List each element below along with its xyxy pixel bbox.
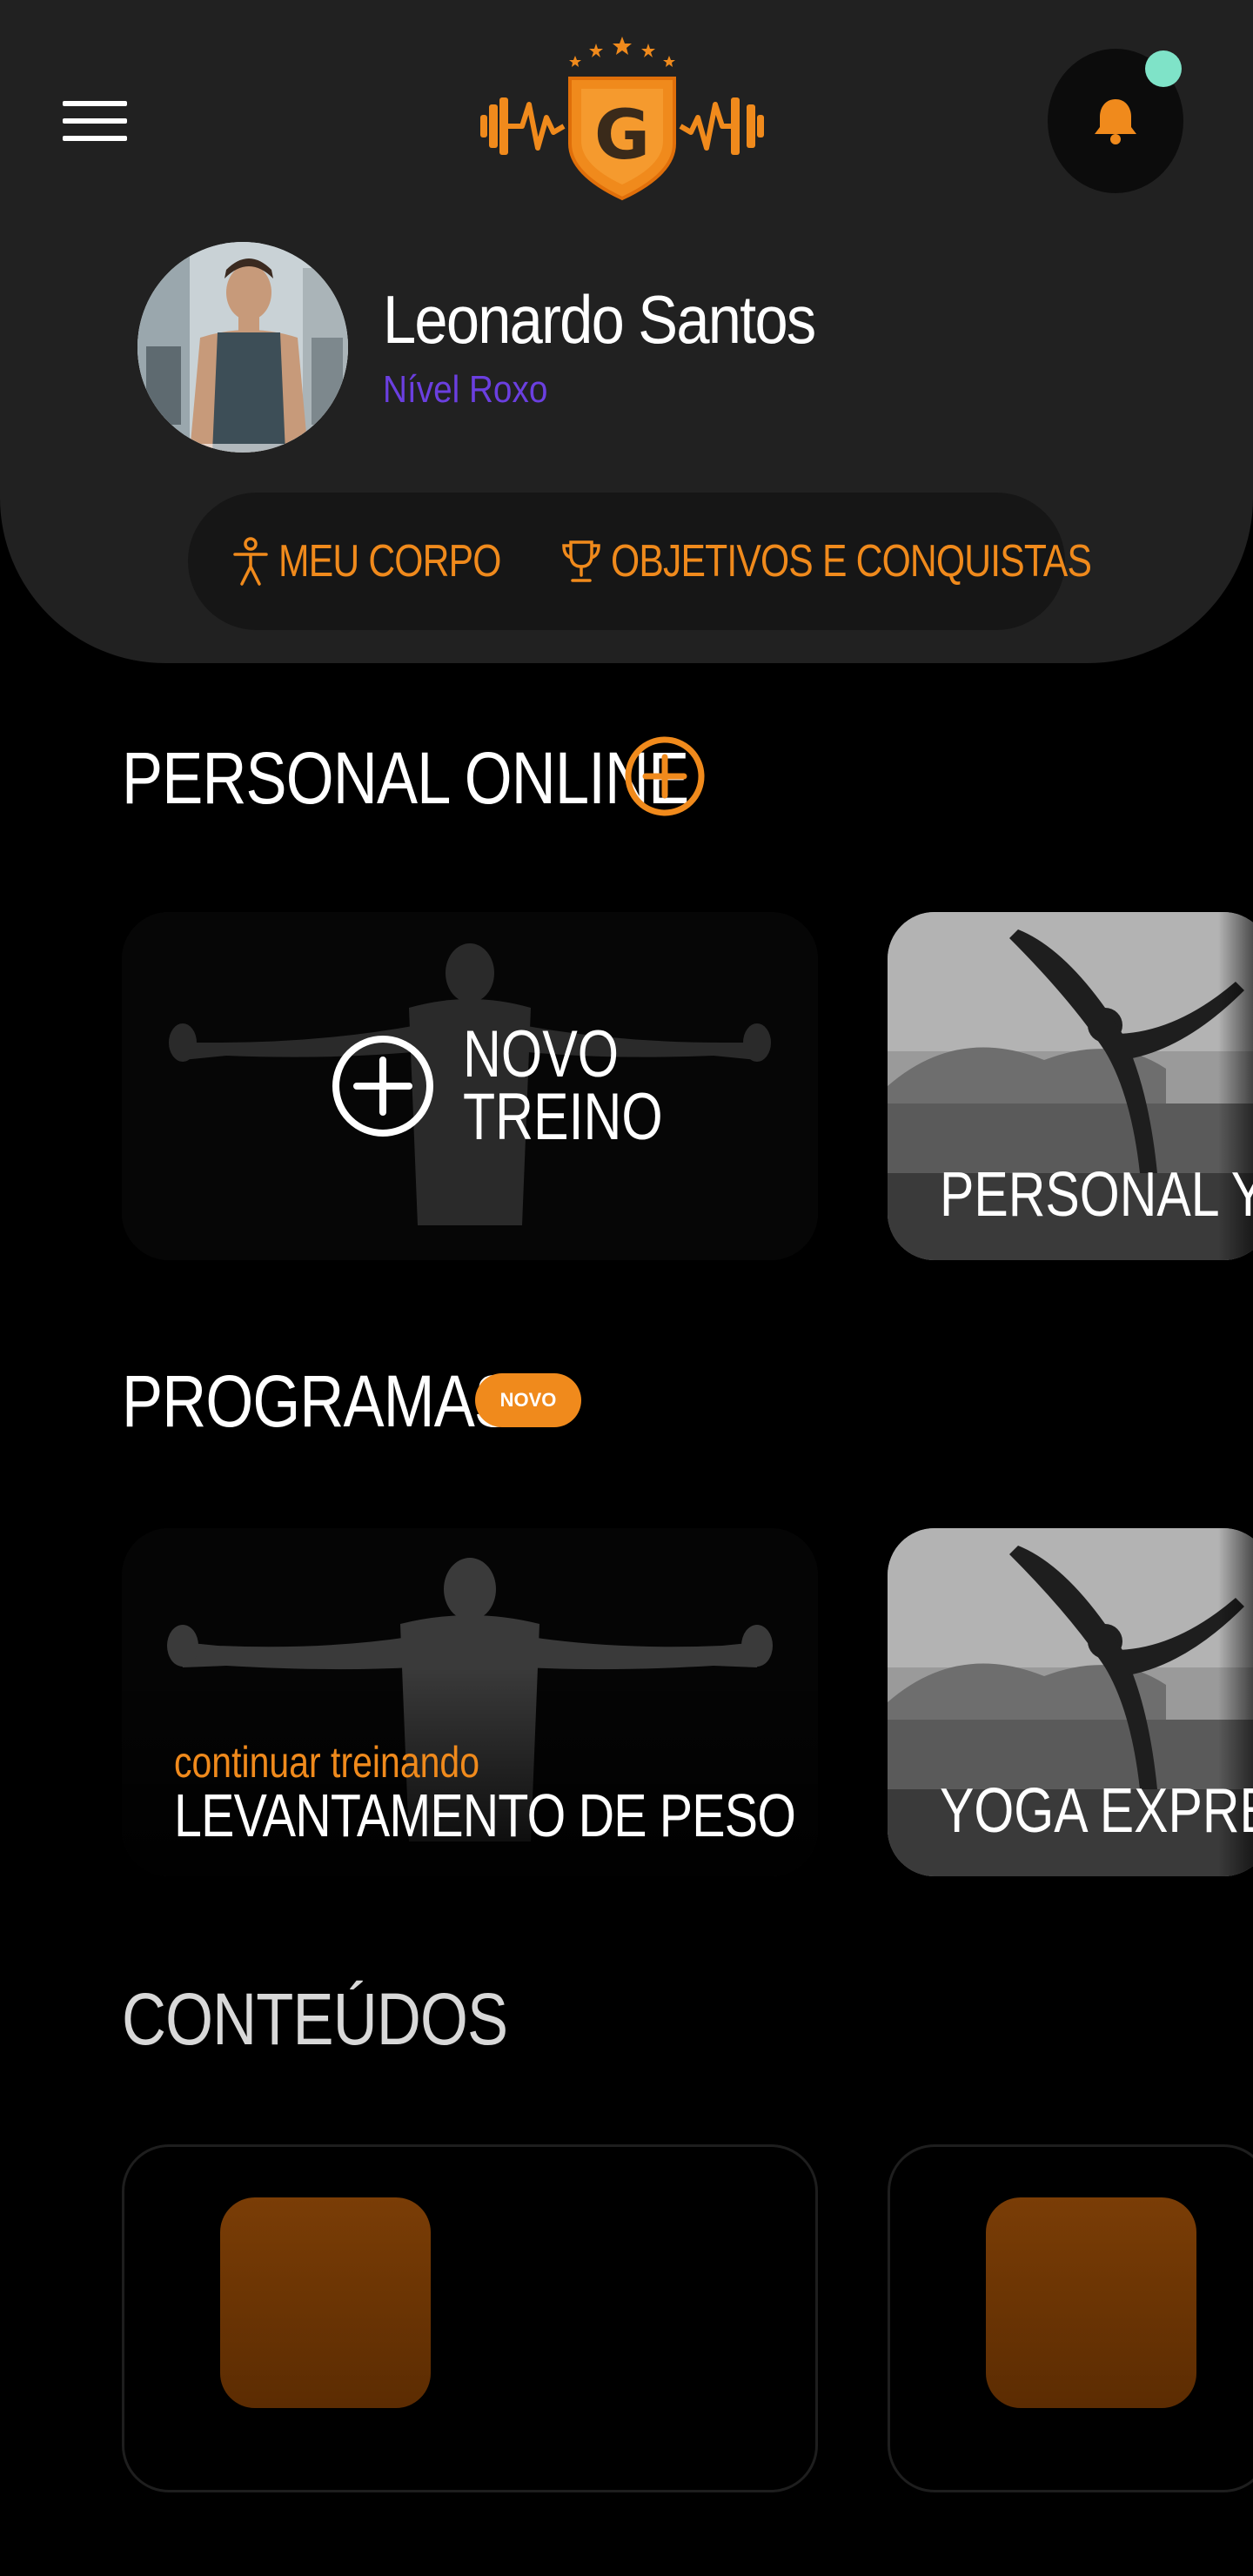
- content-thumbnail: [986, 2197, 1196, 2408]
- yoga-express-title: YOGA EXPRESS: [940, 1776, 1253, 1846]
- weightlifting-title: LEVANTAMENTO DE PESO: [174, 1781, 796, 1849]
- user-level: Nível Roxo: [383, 368, 548, 411]
- section-title-programas: PROGRAMAS: [122, 1360, 515, 1442]
- avatar-photo: [137, 242, 348, 453]
- new-workout-card[interactable]: NOVO TREINO: [122, 912, 818, 1260]
- bell-icon: [1095, 99, 1136, 144]
- content-thumbnail: [220, 2197, 431, 2408]
- app-screen: G Leonardo Santos Nível Roxo MEU CORPO O…: [0, 0, 1253, 2576]
- content-card[interactable]: [122, 2144, 818, 2492]
- tab-objetivos-conquistas[interactable]: OBJETIVOS E CONQUISTAS: [560, 493, 1196, 630]
- plus-circle-icon: [332, 1036, 433, 1137]
- tab-meu-corpo-label: MEU CORPO: [278, 536, 501, 587]
- gym-logo: G: [480, 37, 764, 201]
- notification-dot: [1145, 50, 1182, 87]
- new-workout-content: NOVO TREINO: [331, 912, 713, 1260]
- add-personal-button[interactable]: [623, 735, 707, 818]
- svg-text:G: G: [594, 97, 650, 175]
- hamburger-menu-icon[interactable]: [63, 97, 129, 144]
- yoga-express-card[interactable]: YOGA EXPRESS: [888, 1528, 1253, 1876]
- tab-meu-corpo[interactable]: MEU CORPO: [231, 493, 550, 630]
- person-icon: [233, 537, 268, 586]
- section-title-personal-online: PERSONAL ONLINE: [122, 737, 689, 819]
- personal-yoga-title: PERSONAL YOGA: [940, 1160, 1253, 1230]
- new-workout-label: NOVO TREINO: [463, 1016, 663, 1154]
- profile-header: G Leonardo Santos Nível Roxo MEU CORPO O…: [0, 0, 1253, 663]
- personal-yoga-card[interactable]: PERSONAL YOGA: [888, 912, 1253, 1260]
- profile-tabs: MEU CORPO OBJETIVOS E CONQUISTAS: [188, 493, 1092, 630]
- trophy-icon: [562, 540, 600, 582]
- new-badge: NOVO: [475, 1373, 581, 1427]
- avatar[interactable]: [137, 242, 348, 453]
- user-name: Leonardo Santos: [383, 281, 816, 358]
- weightlifting-program-card[interactable]: continuar treinando LEVANTAMENTO DE PESO: [122, 1528, 818, 1876]
- content-card[interactable]: [888, 2144, 1253, 2492]
- tab-objetivos-label: OBJETIVOS E CONQUISTAS: [611, 536, 1092, 587]
- section-title-conteudos: CONTEÚDOS: [122, 1978, 508, 2060]
